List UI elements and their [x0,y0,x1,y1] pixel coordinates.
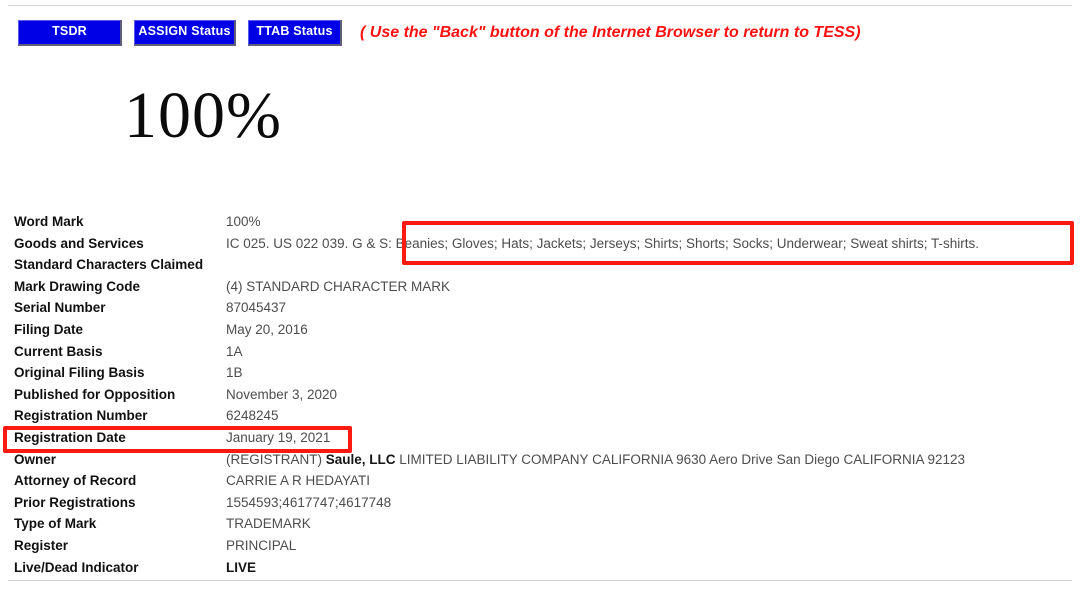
record-value: 87045437 [226,300,287,316]
record-value: LIVE [226,560,1070,575]
record-value: November 3, 2020 [226,386,338,402]
record-label: Registration Date [14,429,126,445]
record-label: Prior Registrations [14,494,136,510]
record-row-owner: Owner (REGISTRANT) Saule, LLC LIMITED LI… [14,452,1070,474]
record-row-filing-date: Filing Date May 20, 2016 [14,322,1070,344]
record-label: Type of Mark [14,516,97,532]
record-row-standard-characters-claimed: Standard Characters Claimed [14,257,1070,279]
owner-prefix: (REGISTRANT) [226,451,326,467]
record-value: May 20, 2016 [226,321,308,337]
record-label: Register [14,537,69,553]
record-row-word-mark: Word Mark 100% [14,214,1070,236]
top-divider [8,5,1072,6]
record-row-type-of-mark: Type of Mark TRADEMARK [14,516,1070,538]
record-value: (4) STANDARD CHARACTER MARK [226,278,451,294]
trademark-record-table: Word Mark 100% Goods and Services IC 025… [14,214,1070,581]
record-label: Original Filing Basis [14,365,145,381]
record-label: Current Basis [14,343,103,359]
record-value: 100% [226,214,261,229]
mark-image-text: 100% [124,79,282,152]
ttab-status-button[interactable]: TTAB Status [248,20,342,46]
record-value: 1A [226,343,243,359]
record-row-prior-registrations: Prior Registrations 1554593;4617747;4617… [14,495,1070,517]
record-value: CARRIE A R HEDAYATI [226,473,371,489]
record-value: IC 025. US 022 039. G & S: Beanies; Glov… [226,235,980,251]
record-label: Live/Dead Indicator [14,559,139,575]
record-label: Word Mark [14,214,84,229]
record-value: PRINCIPAL [226,537,297,553]
record-label: Attorney of Record [14,473,137,489]
record-row-registration-number: Registration Number 6248245 [14,408,1070,430]
record-row-mark-drawing-code: Mark Drawing Code (4) STANDARD CHARACTER… [14,279,1070,301]
live-dead-status: LIVE [226,559,257,575]
owner-name: Saule, LLC [325,451,396,467]
record-value: January 19, 2021 [226,429,331,445]
record-row-goods-and-services: Goods and Services IC 025. US 022 039. G… [14,236,1070,258]
record-value: 1554593;4617747;4617748 [226,494,392,510]
back-instruction-note: ( Use the "Back" button of the Internet … [360,23,861,41]
tess-record-page: TSDR ASSIGN Status TTAB Status ( Use the… [0,0,1080,594]
assign-status-button[interactable]: ASSIGN Status [134,20,236,46]
record-label: Goods and Services [14,235,144,251]
record-row-serial-number: Serial Number 87045437 [14,300,1070,322]
record-row-registration-date: Registration Date January 19, 2021 [14,430,1070,452]
record-value: 1B [226,365,243,381]
record-label: Owner [14,451,57,467]
record-value: TRADEMARK [226,516,311,532]
owner-details: LIMITED LIABILITY COMPANY CALIFORNIA 963… [395,451,966,467]
record-row-attorney-of-record: Attorney of Record CARRIE A R HEDAYATI [14,473,1070,495]
tsdr-button[interactable]: TSDR [18,20,122,46]
record-value: 6248245 [226,408,279,424]
record-row-register: Register PRINCIPAL [14,538,1070,560]
record-row-current-basis: Current Basis 1A [14,344,1070,366]
record-row-live-dead-indicator: Live/Dead Indicator LIVE [14,560,1070,582]
record-row-published-for-opposition: Published for Opposition November 3, 202… [14,387,1070,409]
record-label: Published for Opposition [14,386,176,402]
record-label: Standard Characters Claimed [14,257,204,273]
record-label: Filing Date [14,321,84,337]
status-button-bar: TSDR ASSIGN Status TTAB Status ( Use the… [18,20,861,46]
bottom-divider [8,580,1072,581]
record-row-original-filing-basis: Original Filing Basis 1B [14,365,1070,387]
record-label: Serial Number [14,300,106,316]
record-label: Mark Drawing Code [14,278,141,294]
record-label: Registration Number [14,408,148,424]
record-value: (REGISTRANT) Saule, LLC LIMITED LIABILIT… [226,452,1070,467]
